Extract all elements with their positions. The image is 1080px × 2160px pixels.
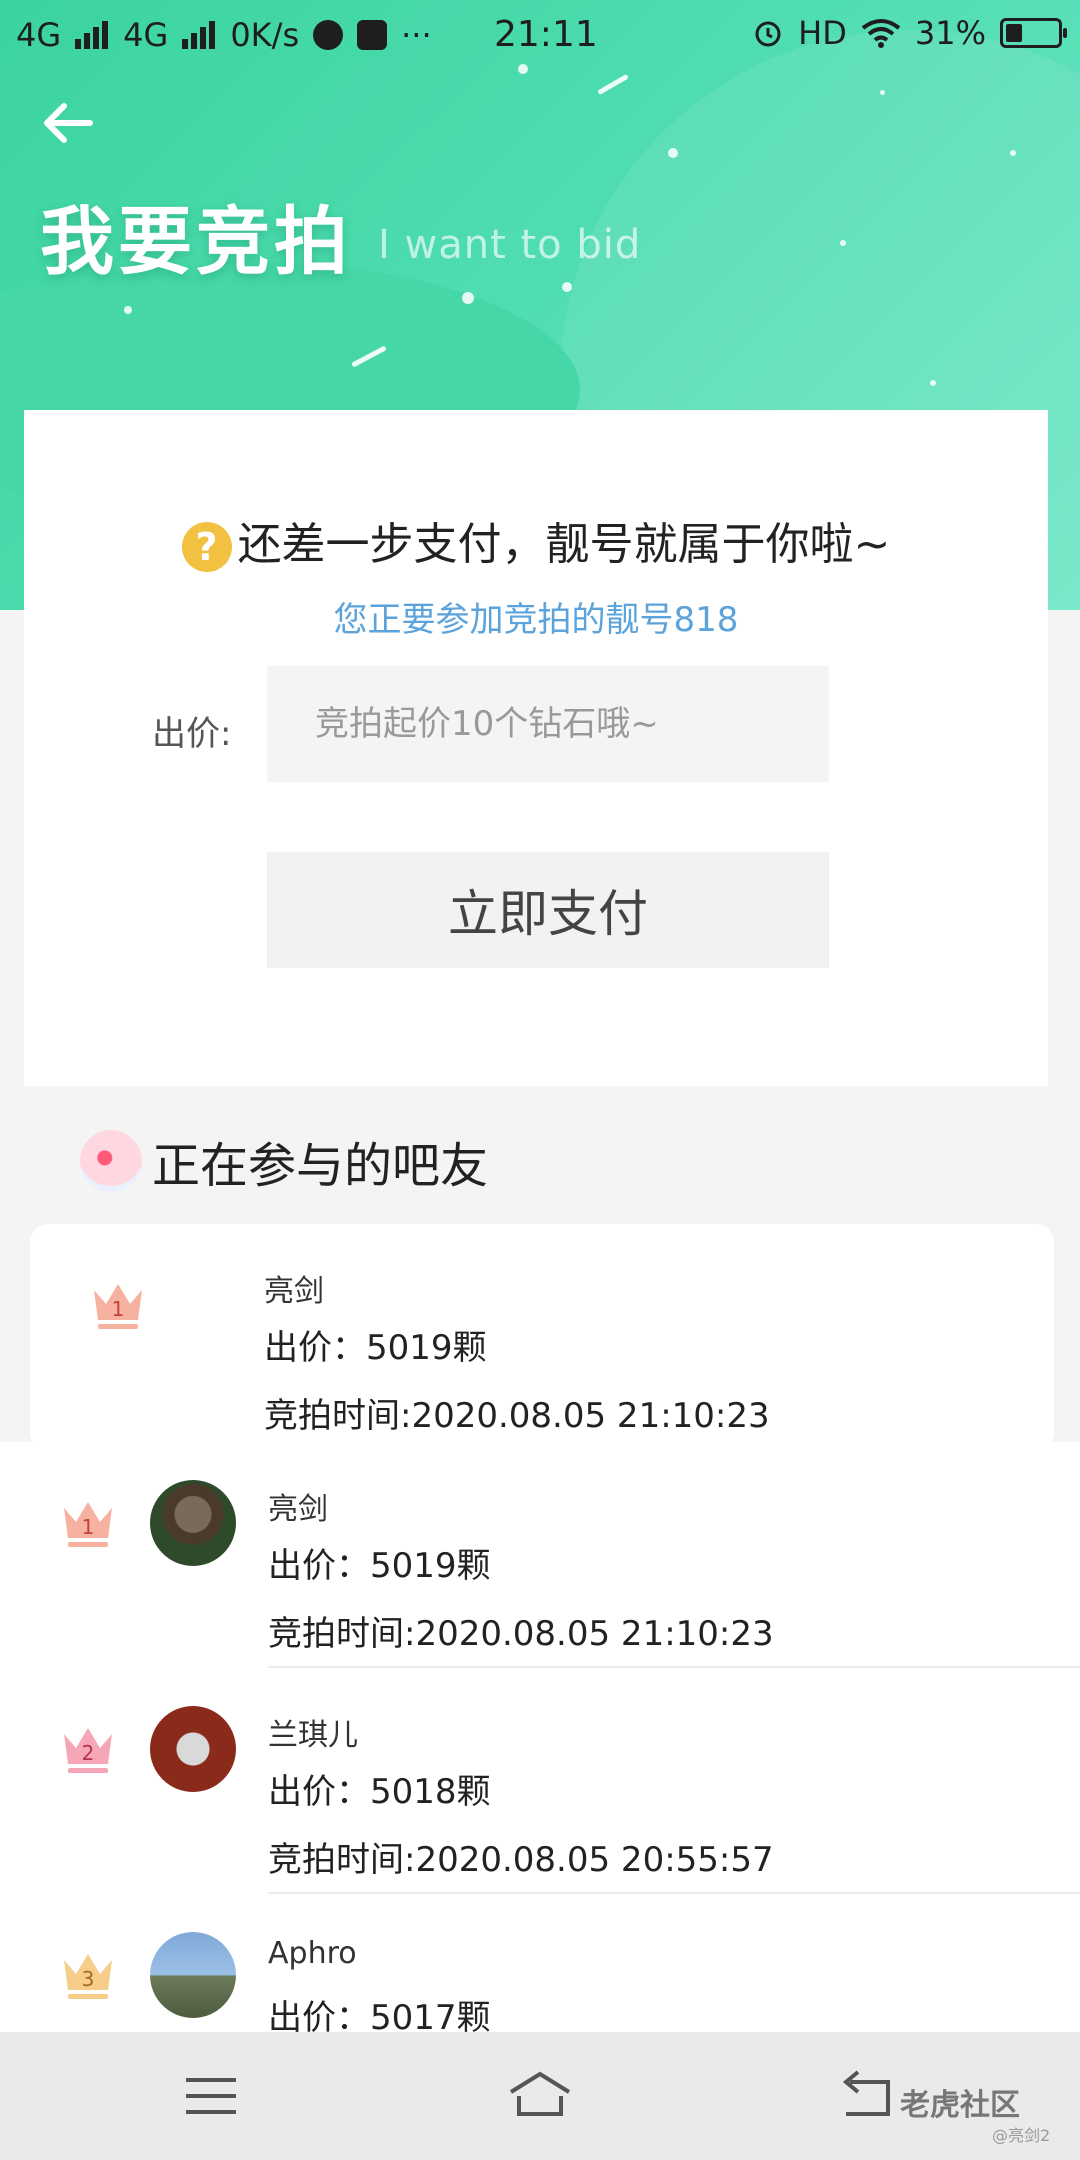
- battery-percent: 31%: [914, 14, 986, 52]
- page-subtitle: I want to bid: [378, 222, 642, 268]
- payment-prompt: ? 还差一步支付，靓号就属于你啦~: [24, 508, 1048, 572]
- participant-row[interactable]: 2 兰琪儿 出价：5018颗 竞拍时间:2020.08.05 20:55:57: [0, 1668, 1080, 1894]
- network-label: 4G: [123, 16, 169, 54]
- sparkle: [124, 306, 132, 314]
- battery-icon: [1000, 18, 1067, 48]
- notification-icon: [313, 20, 344, 50]
- network-label: 4G: [16, 16, 62, 54]
- back-nav-icon[interactable]: [832, 2066, 902, 2126]
- participant-bid: 出价：5019颗: [268, 1546, 491, 1586]
- participant-bid-time: 竞拍时间:2020.08.05 21:10:23: [268, 1614, 774, 1654]
- crown-rank-icon: 1: [64, 1502, 112, 1547]
- watermark-user: @亮剑2: [992, 2126, 1051, 2145]
- question-icon: ?: [181, 522, 232, 572]
- home-icon[interactable]: [505, 2066, 575, 2126]
- clock: 21:11: [494, 14, 598, 55]
- hd-label: HD: [798, 14, 847, 52]
- bid-card: ?还差一步支付，靓号就属于你啦~ 您正要参加竞拍的靓号818 出价: 立即支付: [24, 410, 1048, 1086]
- status-bar: 4G 4G 0K/s ··· 21:11 HD 31%: [0, 0, 1080, 72]
- participant-bid-time: 竞拍时间:2020.08.05 21:10:23: [264, 1396, 770, 1436]
- bid-number-info: 您正要参加竞拍的靓号818: [333, 600, 739, 640]
- wifi-icon: [861, 19, 901, 48]
- sparkle: [462, 292, 474, 304]
- crown-rank-icon: 1: [94, 1284, 142, 1329]
- crown-rank-icon: 3: [64, 1954, 112, 1999]
- participants-header: 正在参与的吧友: [80, 1126, 488, 1196]
- sparkle: [562, 282, 572, 292]
- bid-label: 出价:: [152, 714, 232, 754]
- watermark: 老虎社区 @亮剑2: [900, 2080, 1050, 2145]
- participant-bid: 出价：5019颗: [264, 1328, 487, 1368]
- rank-number: 1: [82, 1515, 95, 1539]
- sparkle: [930, 380, 936, 386]
- sparkle: [880, 90, 885, 95]
- avatar[interactable]: [150, 1932, 236, 2018]
- message-icon: [357, 20, 388, 50]
- back-arrow-icon[interactable]: [38, 98, 98, 148]
- participant-name: 兰琪儿: [268, 1718, 358, 1753]
- signal-icon: [182, 21, 216, 49]
- participant-bid: 出价：5018颗: [268, 1772, 491, 1812]
- alarm-icon: [755, 21, 781, 47]
- avatar[interactable]: [150, 1480, 236, 1566]
- sparkle: [668, 148, 678, 158]
- balloon-icon: [80, 1130, 142, 1192]
- signal-icon: [75, 21, 109, 49]
- network-speed: 0K/s: [230, 16, 300, 54]
- crown-rank-icon: 2: [64, 1728, 112, 1773]
- pay-now-button[interactable]: 立即支付: [267, 852, 829, 968]
- participant-name: 亮剑: [268, 1492, 328, 1527]
- sparkle: [840, 240, 846, 246]
- page-title: 我要竞拍: [40, 199, 352, 285]
- participant-name: Aphro: [268, 1936, 357, 1971]
- menu-icon[interactable]: [176, 2066, 246, 2126]
- participant-row[interactable]: 1 亮剑 出价：5019颗 竞拍时间:2020.08.05 21:10:23: [30, 1224, 1054, 1450]
- participants-title: 正在参与的吧友: [152, 1138, 489, 1194]
- participant-name: 亮剑: [264, 1274, 324, 1309]
- watermark-brand: 老虎社区: [900, 2088, 1020, 2123]
- participant-bid-time: 竞拍时间:2020.08.05 20:55:57: [268, 1840, 774, 1880]
- bid-amount-input[interactable]: [267, 666, 829, 782]
- sparkle: [1010, 150, 1016, 156]
- participant-row[interactable]: 1 亮剑 出价：5019颗 竞拍时间:2020.08.05 21:10:23: [0, 1442, 1080, 1668]
- rank-number: 1: [112, 1297, 125, 1321]
- rank-number: 3: [82, 1967, 95, 1991]
- more-notifications: ···: [401, 16, 432, 54]
- rank-number: 2: [82, 1741, 95, 1765]
- payment-prompt-text: 还差一步支付，靓号就属于你啦~: [237, 519, 891, 570]
- avatar[interactable]: [150, 1706, 236, 1792]
- sparkle-dash: [597, 73, 629, 96]
